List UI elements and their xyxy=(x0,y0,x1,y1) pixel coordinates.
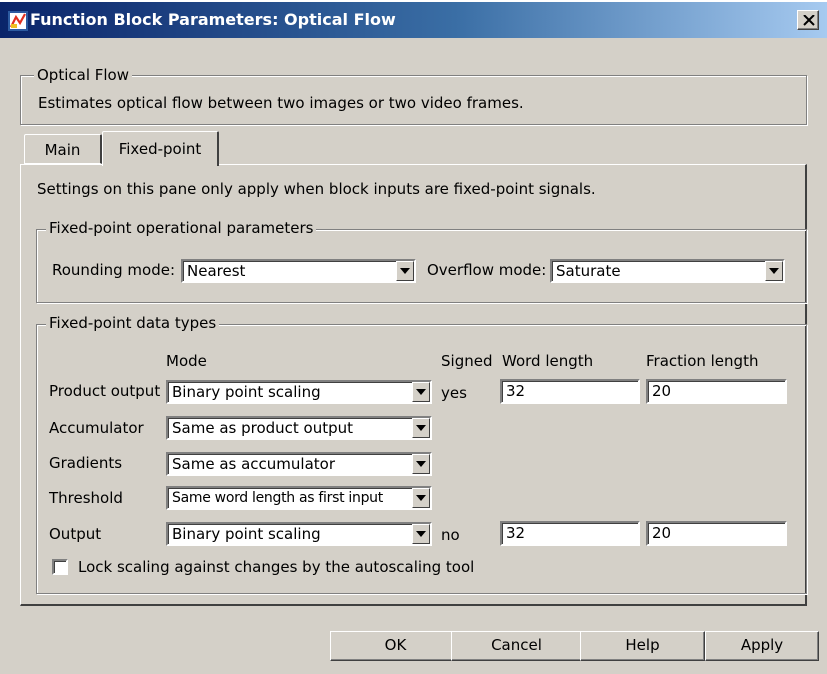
rounding-mode-label: Rounding mode: xyxy=(52,261,176,279)
threshold-mode-value: Same word length as first input xyxy=(172,490,383,506)
fixed-point-note: Settings on this pane only apply when bl… xyxy=(37,180,596,198)
overflow-mode-label: Overflow mode: xyxy=(427,261,547,279)
simulink-block-icon xyxy=(8,11,28,31)
chevron-down-icon[interactable] xyxy=(412,382,430,402)
mode-column-header: Mode xyxy=(166,352,207,370)
rounding-mode-value: Nearest xyxy=(187,262,246,280)
accumulator-label: Accumulator xyxy=(49,419,144,437)
chevron-down-icon[interactable] xyxy=(412,454,430,474)
fraction-length-column-header: Fraction length xyxy=(646,352,759,370)
overflow-mode-select[interactable]: Saturate xyxy=(550,259,785,283)
gradients-mode-value: Same as accumulator xyxy=(172,455,335,473)
rounding-mode-select[interactable]: Nearest xyxy=(181,259,416,283)
window-title: Function Block Parameters: Optical Flow xyxy=(30,10,396,29)
output-word-length-field[interactable]: 32 xyxy=(500,521,640,546)
accumulator-mode-value: Same as product output xyxy=(172,419,354,437)
threshold-mode-select[interactable]: Same word length as first input xyxy=(166,486,432,510)
word-length-column-header: Word length xyxy=(502,352,594,370)
product-output-fraction-length-field[interactable]: 20 xyxy=(646,379,787,404)
output-mode-value: Binary point scaling xyxy=(172,525,321,543)
output-mode-select[interactable]: Binary point scaling xyxy=(166,522,432,546)
apply-button[interactable]: Apply xyxy=(705,631,819,661)
chevron-down-icon[interactable] xyxy=(412,418,430,438)
gradients-label: Gradients xyxy=(49,454,123,472)
block-description: Estimates optical flow between two image… xyxy=(38,94,524,112)
tab-main-label: Main xyxy=(44,141,81,159)
lock-scaling-label[interactable]: Lock scaling against changes by the auto… xyxy=(78,558,474,576)
output-label: Output xyxy=(49,525,102,543)
tab-fixed-point[interactable]: Fixed-point xyxy=(102,131,219,166)
product-output-mode-value: Binary point scaling xyxy=(172,383,321,401)
tab-main[interactable]: Main xyxy=(24,134,102,164)
signed-column-header: Signed xyxy=(441,352,493,370)
product-output-mode-select[interactable]: Binary point scaling xyxy=(166,380,432,404)
cancel-button[interactable]: Cancel xyxy=(451,631,582,661)
data-types-legend: Fixed-point data types xyxy=(46,314,220,332)
output-signed: no xyxy=(441,526,460,544)
close-button[interactable] xyxy=(797,10,819,30)
help-button[interactable]: Help xyxy=(580,631,705,661)
threshold-label: Threshold xyxy=(49,489,123,507)
gradients-mode-select[interactable]: Same as accumulator xyxy=(166,452,432,476)
chevron-down-icon[interactable] xyxy=(765,261,783,281)
operational-parameters-legend: Fixed-point operational parameters xyxy=(46,219,317,237)
title-bar[interactable]: Function Block Parameters: Optical Flow xyxy=(0,0,827,38)
product-output-signed: yes xyxy=(441,384,467,402)
chevron-down-icon[interactable] xyxy=(412,488,430,508)
output-fraction-length-field[interactable]: 20 xyxy=(646,521,787,546)
product-output-label: Product output xyxy=(49,382,161,400)
ok-button[interactable]: OK xyxy=(330,631,461,661)
product-output-word-length-field[interactable]: 32 xyxy=(500,379,640,404)
optical-flow-legend: Optical Flow xyxy=(34,66,132,84)
lock-scaling-checkbox[interactable] xyxy=(52,559,68,575)
chevron-down-icon[interactable] xyxy=(412,524,430,544)
tab-fixed-point-label: Fixed-point xyxy=(118,140,202,158)
chevron-down-icon[interactable] xyxy=(396,261,414,281)
overflow-mode-value: Saturate xyxy=(556,262,621,280)
accumulator-mode-select[interactable]: Same as product output xyxy=(166,416,432,440)
